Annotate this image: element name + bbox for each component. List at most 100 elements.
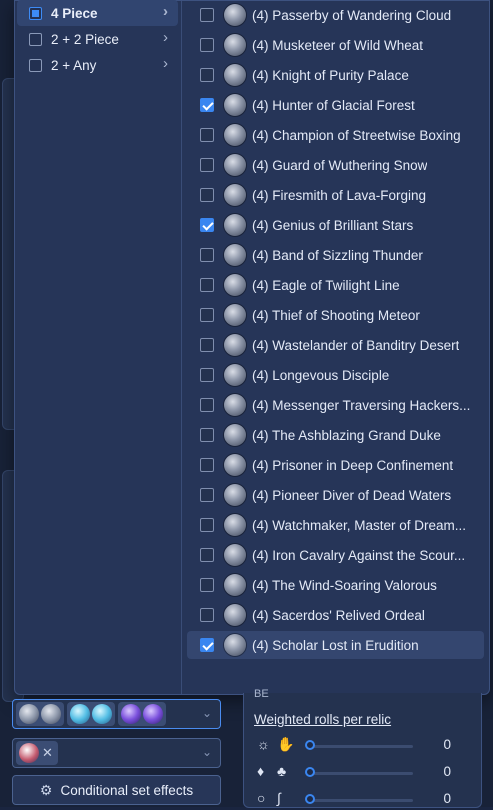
set-checkbox[interactable] bbox=[200, 488, 214, 502]
category-checkbox[interactable] bbox=[29, 32, 42, 46]
scholar-set-icon bbox=[143, 704, 163, 724]
set-option-label: (4) Thief of Shooting Meteor bbox=[252, 307, 420, 323]
set-option-item[interactable]: (4) Guard of Wuthering Snow bbox=[187, 151, 484, 179]
chevron-down-icon[interactable]: ⌄ bbox=[202, 745, 212, 759]
set-option-label: (4) Knight of Purity Palace bbox=[252, 67, 409, 83]
feet-piece-icon: ♣ bbox=[277, 763, 287, 779]
set-checkbox[interactable] bbox=[200, 608, 214, 622]
relic-set-icon bbox=[224, 514, 246, 536]
set-option-item[interactable]: (4) Scholar Lost in Erudition bbox=[187, 631, 484, 659]
set-checkbox[interactable] bbox=[200, 518, 214, 532]
set-option-item[interactable]: (4) Hunter of Glacial Forest bbox=[187, 91, 484, 119]
set-checkbox[interactable] bbox=[200, 218, 214, 232]
weight-slider-handle[interactable] bbox=[305, 767, 315, 777]
set-option-item[interactable]: (4) Passerby of Wandering Cloud bbox=[187, 1, 484, 29]
weight-slider-row: ○ ∫ 0 bbox=[255, 790, 475, 810]
set-checkbox[interactable] bbox=[200, 578, 214, 592]
set-option-label: (4) Sacerdos' Relived Ordeal bbox=[252, 607, 425, 623]
set-checkbox[interactable] bbox=[200, 248, 214, 262]
set-option-item[interactable]: (4) Prisoner in Deep Confinement bbox=[187, 451, 484, 479]
set-option-item[interactable]: (4) Genius of Brilliant Stars bbox=[187, 211, 484, 239]
set-checkbox[interactable] bbox=[200, 128, 214, 142]
set-option-item[interactable]: (4) Messenger Traversing Hackers... bbox=[187, 391, 484, 419]
set-checkbox[interactable] bbox=[200, 278, 214, 292]
set-option-label: (4) Musketeer of Wild Wheat bbox=[252, 37, 424, 53]
relic-set-icon bbox=[224, 484, 246, 506]
category-checkbox[interactable] bbox=[29, 58, 42, 72]
set-checkbox[interactable] bbox=[200, 458, 214, 472]
weight-slider-track[interactable] bbox=[307, 799, 413, 802]
set-checkbox[interactable] bbox=[200, 428, 214, 442]
set-option-item[interactable]: (4) Band of Sizzling Thunder bbox=[187, 241, 484, 269]
set-option-label: (4) Pioneer Diver of Dead Waters bbox=[252, 487, 452, 503]
set-checkbox[interactable] bbox=[200, 338, 214, 352]
selected-set-chip-scholar[interactable] bbox=[118, 702, 166, 726]
set-option-item[interactable]: (4) Watchmaker, Master of Dream... bbox=[187, 511, 484, 539]
set-checkbox[interactable] bbox=[200, 308, 214, 322]
set-option-item[interactable]: (4) Knight of Purity Palace bbox=[187, 61, 484, 89]
set-checkbox[interactable] bbox=[200, 398, 214, 412]
chevron-right-icon: › bbox=[163, 55, 168, 72]
set-checkbox[interactable] bbox=[200, 98, 214, 112]
be-label: BE bbox=[254, 688, 269, 700]
relic-set-icon bbox=[224, 364, 246, 386]
set-checkbox[interactable] bbox=[200, 158, 214, 172]
chevron-down-icon[interactable]: ⌄ bbox=[202, 706, 212, 720]
set-checkbox[interactable] bbox=[200, 368, 214, 382]
relic-set-icon bbox=[224, 184, 246, 206]
selected-ornament-chip[interactable]: ✕ bbox=[16, 741, 58, 765]
gear-icon: ⚙ bbox=[39, 781, 53, 798]
genius-set-icon bbox=[92, 704, 112, 724]
set-option-item[interactable]: (4) Sacerdos' Relived Ordeal bbox=[187, 601, 484, 629]
body-piece-icon: ♦ bbox=[257, 763, 265, 779]
category-label: 2 + Any bbox=[51, 57, 97, 73]
set-option-item[interactable]: (4) Musketeer of Wild Wheat bbox=[187, 31, 484, 59]
category-label: 2 + 2 Piece bbox=[51, 31, 119, 47]
relic-set-icon bbox=[224, 64, 246, 86]
weight-slider-handle[interactable] bbox=[305, 740, 315, 750]
set-checkbox[interactable] bbox=[200, 188, 214, 202]
set-option-item[interactable]: (4) Iron Cavalry Against the Scour... bbox=[187, 541, 484, 569]
set-option-item[interactable]: (4) Champion of Streetwise Boxing bbox=[187, 121, 484, 149]
set-checkbox[interactable] bbox=[200, 8, 214, 22]
weight-slider-track[interactable] bbox=[307, 745, 413, 748]
set-option-item[interactable]: (4) Firesmith of Lava-Forging bbox=[187, 181, 484, 209]
weighted-rolls-title[interactable]: Weighted rolls per relic bbox=[254, 712, 391, 727]
set-option-item[interactable]: (4) Eagle of Twilight Line bbox=[187, 271, 484, 299]
ornament-set-selector[interactable]: ✕ ⌄ bbox=[12, 738, 221, 768]
genius-set-icon bbox=[70, 704, 90, 724]
weight-slider-handle[interactable] bbox=[305, 794, 315, 804]
conditional-set-effects-button[interactable]: ⚙ Conditional set effects bbox=[12, 775, 221, 805]
set-option-item[interactable]: (4) Wastelander of Banditry Desert bbox=[187, 331, 484, 359]
set-option-label: (4) Champion of Streetwise Boxing bbox=[252, 127, 461, 143]
relic-set-selector[interactable]: ⌄ bbox=[12, 699, 221, 729]
remove-chip-icon[interactable]: ✕ bbox=[42, 745, 53, 761]
set-checkbox[interactable] bbox=[200, 38, 214, 52]
selected-set-chip-hunter[interactable] bbox=[16, 702, 64, 726]
set-option-item[interactable]: (4) Thief of Shooting Meteor bbox=[187, 301, 484, 329]
set-category-item[interactable]: 4 Piece › bbox=[17, 0, 178, 26]
head-piece-icon: ☼ bbox=[257, 736, 270, 752]
weight-slider-track[interactable] bbox=[307, 772, 413, 775]
set-checkbox[interactable] bbox=[200, 68, 214, 82]
relic-set-icon bbox=[224, 574, 246, 596]
chevron-right-icon: › bbox=[163, 3, 168, 20]
relic-set-icon bbox=[224, 214, 246, 236]
set-option-item[interactable]: (4) The Ashblazing Grand Duke bbox=[187, 421, 484, 449]
set-filter-dropdown: 4 Piece › 2 + 2 Piece › 2 + Any › (4) Passerb… bbox=[14, 0, 490, 695]
relic-set-icon bbox=[224, 274, 246, 296]
category-checkbox[interactable] bbox=[29, 6, 42, 20]
set-option-item[interactable]: (4) Pioneer Diver of Dead Waters bbox=[187, 481, 484, 509]
set-category-item[interactable]: 2 + Any › bbox=[17, 52, 178, 78]
relic-set-icon bbox=[224, 154, 246, 176]
relic-set-icon bbox=[224, 304, 246, 326]
rope-piece-icon: ∫ bbox=[277, 790, 281, 806]
set-option-item[interactable]: (4) Longevous Disciple bbox=[187, 361, 484, 389]
conditional-set-effects-label: Conditional set effects bbox=[60, 782, 194, 798]
set-checkbox[interactable] bbox=[200, 638, 214, 652]
set-option-label: (4) Longevous Disciple bbox=[252, 367, 390, 383]
selected-set-chip-genius[interactable] bbox=[67, 702, 115, 726]
set-checkbox[interactable] bbox=[200, 548, 214, 562]
set-category-item[interactable]: 2 + 2 Piece › bbox=[17, 26, 178, 52]
set-option-item[interactable]: (4) The Wind-Soaring Valorous bbox=[187, 571, 484, 599]
